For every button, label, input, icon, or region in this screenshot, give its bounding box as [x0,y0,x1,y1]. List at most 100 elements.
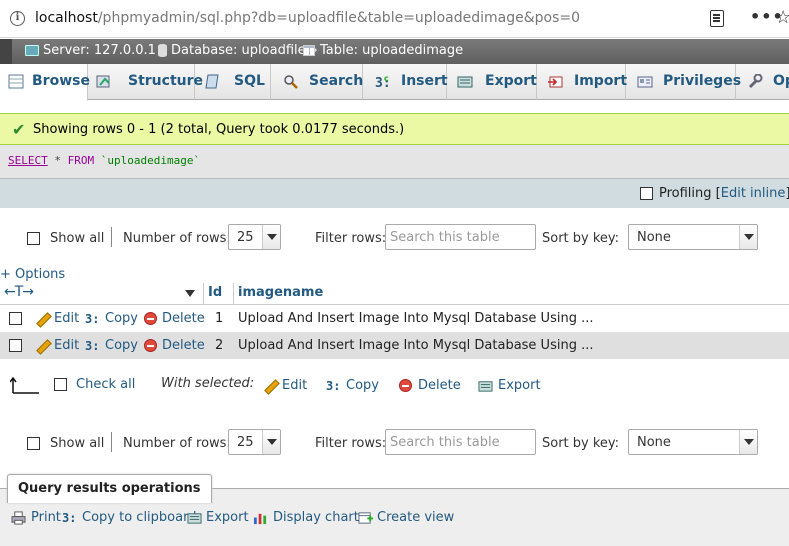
profiling-checkbox[interactable] [640,187,653,200]
edit-inline-link[interactable]: Edit inline [721,186,786,201]
tab-export[interactable]: Export [447,64,537,100]
breadcrumb-table[interactable]: Table: uploadedimage [320,43,463,58]
show-all-label: Show all [50,436,105,451]
column-imagename-header[interactable]: imagename [238,285,323,300]
tab-browse[interactable]: Browse [0,64,90,101]
separator [111,432,112,452]
arrow-left-up-icon [10,376,39,394]
chevron-down-icon [262,225,280,249]
copy-icon: 3: [326,379,341,393]
row-delete-link[interactable]: Delete [162,311,205,326]
export-link[interactable]: Export [206,510,249,525]
bulk-copy-button[interactable]: Copy [346,378,379,393]
table-icon [303,45,315,56]
bookmark-star-icon[interactable]: ☆ [775,7,789,28]
check-all-checkbox[interactable] [54,378,67,391]
number-of-rows-select[interactable]: 25 [228,224,281,250]
tab-label: Structure [128,73,204,89]
tab-label: Op [773,73,789,89]
sort-by-key-select[interactable]: None [628,224,758,250]
with-selected-label: With selected: [161,376,255,391]
import-icon [548,76,563,88]
sql-keyword-select: SELECT [8,154,48,167]
row-copy-link[interactable]: Copy [105,338,138,353]
export-icon [457,76,473,88]
pencil-icon [262,379,276,393]
row-delete-link[interactable]: Delete [162,338,205,353]
tab-sql[interactable]: SQL [195,64,271,100]
column-divider [233,283,234,305]
select-value: None [637,435,671,450]
sql-table-name: `uploadedimage` [100,154,201,167]
sql-code: SELECT * FROM `uploadedimage` [8,154,200,167]
filter-rows-input-box[interactable] [385,224,536,250]
delete-icon [144,339,157,352]
show-all-checkbox[interactable] [27,232,40,245]
row-checkbox[interactable] [9,339,22,352]
tab-label: Search [309,73,364,89]
row-copy-link[interactable]: Copy [105,311,138,326]
tab-operations[interactable]: Op [736,64,789,100]
url-host: localhost [35,10,98,26]
query-results-operations-legend: Query results operations [7,474,212,503]
sort-by-key-select[interactable]: None [628,429,758,455]
copy-icon: 3: [85,339,100,353]
chevron-down-icon [739,430,757,454]
sql-query-box[interactable]: SELECT * FROM `uploadedimage` [0,145,789,178]
tab-structure[interactable]: Structure [88,64,203,100]
sql-icon [205,74,219,89]
filter-rows-input[interactable] [386,430,535,454]
filter-rows-input[interactable] [386,225,535,249]
row-edit-link[interactable]: Edit [54,338,79,353]
server-icon [25,45,39,56]
copy-to-clipboard-link[interactable]: Copy to clipboard [82,510,196,525]
display-chart-link[interactable]: Display chart [273,510,359,525]
url-path: /phpmyadmin/sql.php?db=uploadfile&table=… [97,10,581,26]
row-edit-link[interactable]: Edit [54,311,79,326]
tab-privileges[interactable]: Privileges [626,64,741,100]
sort-by-key-label: Sort by key: [542,231,620,246]
filter-rows-input-box[interactable] [385,429,536,455]
filter-rows-label: Filter rows: [315,231,387,246]
check-icon: ✔ [12,120,26,139]
column-arrows-icon[interactable]: ←T→ [4,284,34,300]
tab-search[interactable]: Search [271,64,363,100]
row-imagename-cell: Upload And Insert Image Into Mysql Datab… [238,338,594,353]
chevron-down-icon [262,430,280,454]
database-icon [158,44,167,57]
sql-keyword-from: FROM [67,154,95,167]
url-field[interactable]: localhost/phpmyadmin/sql.php?db=uploadfi… [35,10,580,26]
separator [111,227,112,247]
row-checkbox[interactable] [9,312,22,325]
check-all-label[interactable]: Check all [76,377,135,392]
bulk-edit-button[interactable]: Edit [282,378,307,393]
bulk-export-button[interactable]: Export [498,378,541,393]
show-all-checkbox[interactable] [27,437,40,450]
bulk-delete-button[interactable]: Delete [418,378,461,393]
column-id-header[interactable]: Id [208,285,222,300]
copy-icon: 3: [85,312,100,326]
info-icon[interactable]: i [10,11,25,26]
print-link[interactable]: Print [31,510,61,525]
success-message: ✔ Showing rows 0 - 1 (2 total, Query too… [0,113,789,145]
sort-down-icon[interactable] [185,290,195,297]
number-of-rows-select[interactable]: 25 [228,429,281,455]
breadcrumb-database[interactable]: Database: uploadfile » [171,43,318,58]
tab-insert[interactable]: 3: c Insert [363,64,448,100]
profiling-label: Profiling [659,186,712,201]
insert-icon: 3:c [375,74,391,89]
profiling-links: Profiling [Edit inline] [E [659,186,789,201]
reader-view-icon[interactable] [710,10,724,27]
navigation-bottom: Show all Number of rows: 25 Filter rows:… [0,429,789,459]
options-link[interactable]: + Options [0,267,65,282]
create-view-link[interactable]: Create view [377,510,454,525]
profiling-bar: Profiling [Edit inline] [E [0,178,789,208]
delete-icon [144,312,157,325]
table-row: Edit 3: Copy Delete 1 Upload And Insert … [0,305,789,332]
breadcrumb-server[interactable]: Server: 127.0.0.1 » [43,43,168,58]
table-header: ←T→ Id imagename [0,283,789,305]
print-icon [11,511,26,525]
structure-icon [96,75,110,88]
tab-import[interactable]: Import [537,64,627,100]
tab-label: Browse [32,73,90,89]
